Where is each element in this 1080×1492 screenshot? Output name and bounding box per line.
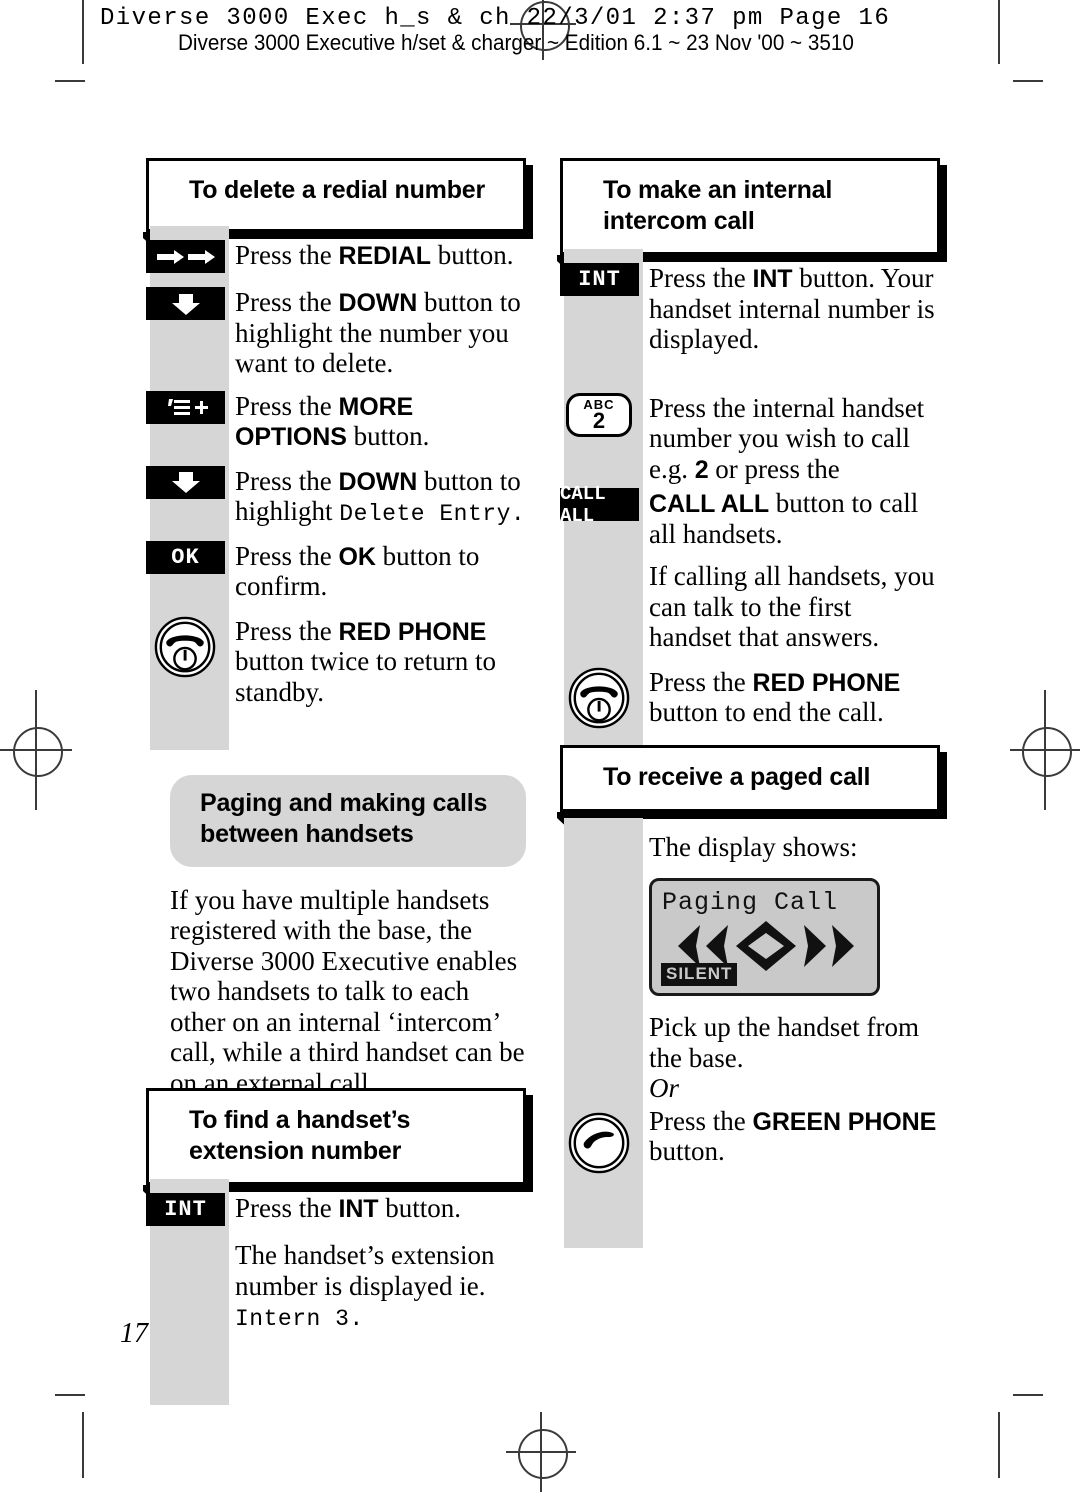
step-key: CALL ALL xyxy=(560,483,643,527)
more-options-icon[interactable] xyxy=(146,390,225,424)
trim-line-right-bottom xyxy=(998,1412,1000,1478)
step-row: Press the MORE OPTIONS button. xyxy=(146,390,526,452)
step-key: INT xyxy=(560,263,643,296)
int-key[interactable]: INT xyxy=(560,263,639,296)
step-row: Press the DOWN button to highlight Delet… xyxy=(146,465,526,527)
section-find-extension: To find a handset’s extension number INT… xyxy=(143,1088,526,1405)
step-text: Press the INT button. xyxy=(235,1193,461,1223)
keypad-2-key[interactable]: ABC 2 xyxy=(566,392,632,437)
heading-text: Paging and making calls between handsets xyxy=(200,789,488,849)
down-arrow-icon[interactable] xyxy=(146,465,225,499)
step-row: Press the RED PHONE button twice to retu… xyxy=(146,616,526,708)
heading-text: To make an internal intercom call xyxy=(603,176,833,235)
step-row: Press the RED PHONE button to end the ca… xyxy=(560,667,940,734)
step-text: The handset’s extension number is displa… xyxy=(235,1240,495,1332)
step-text: Press the internal handset number you wi… xyxy=(649,392,925,484)
step-key: INT xyxy=(146,1193,229,1226)
step-row: If calling all handsets, you can talk to… xyxy=(560,561,940,653)
step-row: INT Press the INT button. xyxy=(146,1193,526,1226)
step-key xyxy=(560,667,643,734)
section-internal-intercom-call: To make an internal intercom call INT Pr… xyxy=(557,158,940,799)
step-row: OK Press the OK button to confirm. xyxy=(146,540,526,602)
print-job-line: Diverse 3000 Exec h_s & ch 22/3/01 2:37 … xyxy=(100,5,891,32)
step-text: Press the OK button to confirm. xyxy=(235,540,480,602)
trim-line-right-top xyxy=(998,0,1000,64)
lcd-line-1: Paging Call xyxy=(662,888,839,917)
section-receive-paged-call: To receive a paged call The display show… xyxy=(557,745,940,1248)
step-text: If calling all handsets, you can talk to… xyxy=(649,561,935,652)
step-text: CALL ALL button to call all handsets. xyxy=(649,488,919,549)
section-delete-redial: To delete a redial number Press the REDI xyxy=(143,158,526,750)
page-number: 17 xyxy=(120,1318,148,1349)
step-row: The display shows: xyxy=(560,832,940,863)
trim-line-left-top xyxy=(82,0,84,64)
trim-tick-right-bottom xyxy=(1013,1394,1043,1396)
callout-heading-find-extension: To find a handset’s extension number xyxy=(143,1088,526,1235)
grey-heading-paging: Paging and making calls between handsets xyxy=(170,775,526,867)
trim-line-left-bottom xyxy=(82,1412,84,1478)
red-phone-icon[interactable] xyxy=(154,616,216,678)
steps-list-delete-redial: Press the REDIAL button. Press the DOWN … xyxy=(146,226,526,750)
step-text: Pick up the handset from the base. xyxy=(649,1012,919,1073)
heading-text: To receive a paged call xyxy=(603,763,871,791)
section-paging-between-handsets: Paging and making calls between handsets… xyxy=(170,775,526,1098)
step-key xyxy=(146,390,229,424)
step-row: Pick up the handset from the base. xyxy=(560,1012,940,1073)
heading-text: To find a handset’s extension number xyxy=(189,1106,411,1165)
trim-tick-left-top xyxy=(55,80,85,82)
step-key xyxy=(146,240,229,273)
callout-heading-delete-redial: To delete a redial number xyxy=(143,158,526,282)
heading-text: To delete a redial number xyxy=(189,176,486,204)
step-row: CALL ALL CALL ALL button to call all han… xyxy=(560,483,940,549)
step-row: Press the GREEN PHONE button. xyxy=(560,1106,940,1179)
step-row: Press the REDIAL button. xyxy=(146,240,526,273)
step-key xyxy=(146,616,229,683)
step-text: Press the RED PHONE button to end the ca… xyxy=(649,666,901,728)
step-text: Press the RED PHONE button twice to retu… xyxy=(235,615,496,707)
step-text: Press the DOWN button to highlight Delet… xyxy=(235,465,526,527)
steps-list-find-extension: INT Press the INT button. The handset’s … xyxy=(146,1179,526,1405)
down-arrow-icon[interactable] xyxy=(146,287,225,320)
step-row: The handset’s extension number is displa… xyxy=(146,1240,526,1332)
steps-list-intercom: INT Press the INT button. Your handset i… xyxy=(560,249,940,799)
red-phone-icon[interactable] xyxy=(568,667,630,729)
step-text-or: Or xyxy=(649,1073,680,1103)
call-all-key[interactable]: CALL ALL xyxy=(560,483,639,527)
step-row: INT Press the INT button. Your handset i… xyxy=(560,263,940,355)
green-phone-icon[interactable] xyxy=(568,1112,630,1174)
registration-mark-left xyxy=(0,690,72,810)
lcd-display-row: Paging Call SILENT xyxy=(560,878,940,996)
step-key: ABC 2 xyxy=(560,392,643,437)
registration-mark-right xyxy=(1010,690,1080,810)
document-title-line: Diverse 3000 Executive h/set & charger ~… xyxy=(178,30,854,55)
step-text: Press the DOWN button to highlight the n… xyxy=(235,287,521,378)
callout-heading-paged-call: To receive a paged call xyxy=(557,745,940,862)
registration-mark-bottom xyxy=(506,1412,576,1492)
step-text: Press the MORE OPTIONS button. xyxy=(235,390,430,452)
keypad-2-digit: 2 xyxy=(592,407,606,433)
paragraph-paging-intro: If you have multiple handsets registered… xyxy=(170,884,525,1098)
step-key: OK xyxy=(146,540,229,574)
step-key xyxy=(146,465,229,499)
callout-heading-intercom: To make an internal intercom call xyxy=(557,158,940,305)
step-row: ABC 2 Press the internal handset number … xyxy=(560,392,940,485)
steps-list-paged-call: The display shows: Paging Call SILENT Pi… xyxy=(560,817,940,1248)
step-text: Press the INT button. Your handset inter… xyxy=(649,263,935,354)
int-key[interactable]: INT xyxy=(146,1193,225,1226)
lcd-silent-badge: SILENT xyxy=(661,963,738,986)
redial-icon[interactable] xyxy=(146,240,225,273)
step-key xyxy=(146,287,229,320)
display-shows-label: The display shows: xyxy=(649,831,858,862)
step-row: Or xyxy=(560,1073,940,1104)
lcd-display: Paging Call SILENT xyxy=(649,878,880,996)
trim-tick-left-bottom xyxy=(55,1394,85,1396)
ok-key[interactable]: OK xyxy=(146,540,225,574)
step-key xyxy=(560,1106,643,1179)
trim-tick-right-top xyxy=(1013,80,1043,82)
step-text: Press the REDIAL button. xyxy=(235,240,514,270)
step-row: Press the DOWN button to highlight the n… xyxy=(146,287,526,379)
step-text: Press the GREEN PHONE button. xyxy=(649,1105,937,1167)
